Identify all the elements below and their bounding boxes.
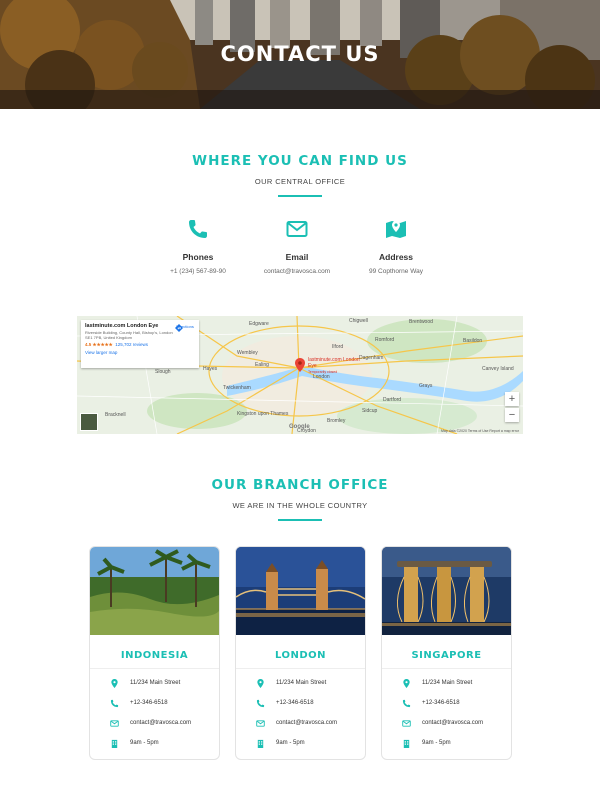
map-label: Romford	[375, 337, 395, 343]
branch-name: LONDON	[274, 650, 327, 661]
map-label: Dartford	[383, 397, 402, 403]
branch-email[interactable]: contact@travosca.com	[130, 720, 191, 726]
building-icon	[111, 739, 118, 748]
section-divider	[278, 519, 322, 521]
branch-phone: +12-346-6518	[422, 700, 460, 706]
location-pin-icon	[111, 679, 118, 688]
marker-label: lastminute.com London Eye	[308, 357, 360, 369]
place-rating: 4.5 ★★★★★ 125,702 reviews	[85, 342, 195, 348]
place-address: Riverside Building, County Hall, Bishop'…	[85, 330, 173, 340]
card-divider	[90, 668, 219, 669]
branch-card-indonesia: INDONESIA 11/234 Main Street +12-346-651…	[89, 546, 220, 760]
map-pin-icon	[386, 221, 406, 238]
directions-button[interactable]: Directions	[175, 324, 195, 332]
address-label: Address	[378, 252, 413, 262]
map-label: Sidcup	[362, 408, 378, 414]
map-label: Brentwood	[409, 319, 433, 325]
email-row: contact@travosca.com	[402, 719, 507, 731]
branch-email[interactable]: contact@travosca.com	[422, 720, 483, 726]
branch-address: 11/234 Main Street	[422, 680, 473, 686]
find-us-title: WHERE YOU CAN FIND US	[192, 153, 408, 169]
map-label: Bromley	[327, 418, 346, 424]
branch-phone: +12-346-6518	[130, 700, 168, 706]
branch-email[interactable]: contact@travosca.com	[276, 720, 337, 726]
branch-hours: 9am - 5pm	[130, 740, 159, 746]
google-logo: Google	[289, 424, 310, 430]
phone-row: +12-346-6518	[256, 699, 361, 711]
branch-hours: 9am - 5pm	[422, 740, 451, 746]
map-label: Wembley	[237, 350, 258, 356]
branch-name: SINGAPORE	[411, 650, 482, 661]
map-label: Edgware	[249, 321, 269, 327]
address-row: 11/234 Main Street	[256, 679, 361, 691]
branch-card-london: LONDON 11/234 Main Street +12-346-6518 c…	[235, 546, 366, 760]
email-row: contact@travosca.com	[256, 719, 361, 731]
hero-banner: CONTACT US	[0, 0, 600, 109]
satellite-toggle[interactable]	[80, 413, 98, 431]
map-label: Bracknell	[105, 412, 126, 418]
map-label: Ilford	[332, 344, 344, 350]
map-label: Twickenham	[223, 385, 251, 391]
find-us-subtitle: OUR CENTRAL OFFICE	[254, 177, 346, 186]
place-info-card: lastminute.com London Eye Riverside Buil…	[81, 320, 199, 368]
hours-row: 9am - 5pm	[256, 739, 361, 751]
london-photo	[236, 547, 365, 635]
branch-hours: 9am - 5pm	[276, 740, 305, 746]
location-pin-icon	[403, 679, 410, 688]
map-label: Ealing	[255, 362, 269, 368]
map-label: Grays	[419, 383, 433, 389]
email-icon	[110, 720, 119, 727]
directions-icon	[175, 324, 183, 332]
map-label: Kingston upon Thames	[237, 411, 289, 417]
singapore-photo	[382, 547, 511, 635]
branch-title: OUR BRANCH OFFICE	[211, 477, 389, 493]
phone-icon	[256, 699, 265, 708]
phone-row: +12-346-6518	[402, 699, 507, 711]
map-label: Basildon	[463, 338, 483, 344]
email-row: contact@travosca.com	[110, 719, 215, 731]
address-value: 99 Copthorne Way	[369, 268, 423, 275]
map-footer: Map data ©2020 Terms of Use Report a map…	[441, 429, 519, 433]
hours-row: 9am - 5pm	[110, 739, 215, 751]
branch-address: 11/234 Main Street	[276, 680, 327, 686]
email-icon	[402, 720, 411, 727]
branch-address: 11/234 Main Street	[130, 680, 181, 686]
rating-value: 4.5	[85, 342, 92, 347]
branch-phone: +12-346-6518	[276, 700, 314, 706]
hours-row: 9am - 5pm	[402, 739, 507, 751]
phone-row: +12-346-6518	[110, 699, 215, 711]
phone-icon	[189, 220, 207, 238]
branch-name: INDONESIA	[120, 650, 189, 661]
card-divider	[382, 668, 511, 669]
building-icon	[257, 739, 264, 748]
map-marker-icon[interactable]	[295, 358, 305, 372]
view-larger-map-link[interactable]: View larger map	[85, 350, 195, 355]
rating-stars: ★★★★★	[92, 342, 113, 347]
embedded-map[interactable]: Edgware Chigwell Brentwood Romford Basil…	[77, 316, 523, 434]
branch-card-singapore: SINGAPORE 11/234 Main Street +12-346-651…	[381, 546, 512, 760]
indonesia-photo	[90, 547, 219, 635]
phone-icon	[110, 699, 119, 708]
address-row: 11/234 Main Street	[110, 679, 215, 691]
email-icon	[286, 221, 308, 237]
marker-status: Temporarily closed	[308, 370, 338, 374]
location-pin-icon	[257, 679, 264, 688]
map-label: London	[313, 374, 330, 380]
map-label: Canvey Island	[482, 366, 514, 372]
page-title: CONTACT US	[220, 42, 380, 66]
contact-address: Address 99 Copthorne Way	[336, 217, 456, 275]
map-label: Chigwell	[349, 318, 368, 324]
map-label: Hayes	[203, 366, 218, 372]
address-row: 11/234 Main Street	[402, 679, 507, 691]
phone-icon	[402, 699, 411, 708]
map-label: Slough	[155, 369, 171, 375]
zoom-out-button[interactable]: −	[505, 408, 519, 422]
branch-subtitle: WE ARE IN THE WHOLE COUNTRY	[232, 501, 368, 510]
zoom-in-button[interactable]: +	[505, 392, 519, 406]
card-divider	[236, 668, 365, 669]
email-icon	[256, 720, 265, 727]
section-divider	[278, 195, 322, 197]
building-icon	[403, 739, 410, 748]
reviews-link[interactable]: 125,702 reviews	[115, 342, 148, 347]
